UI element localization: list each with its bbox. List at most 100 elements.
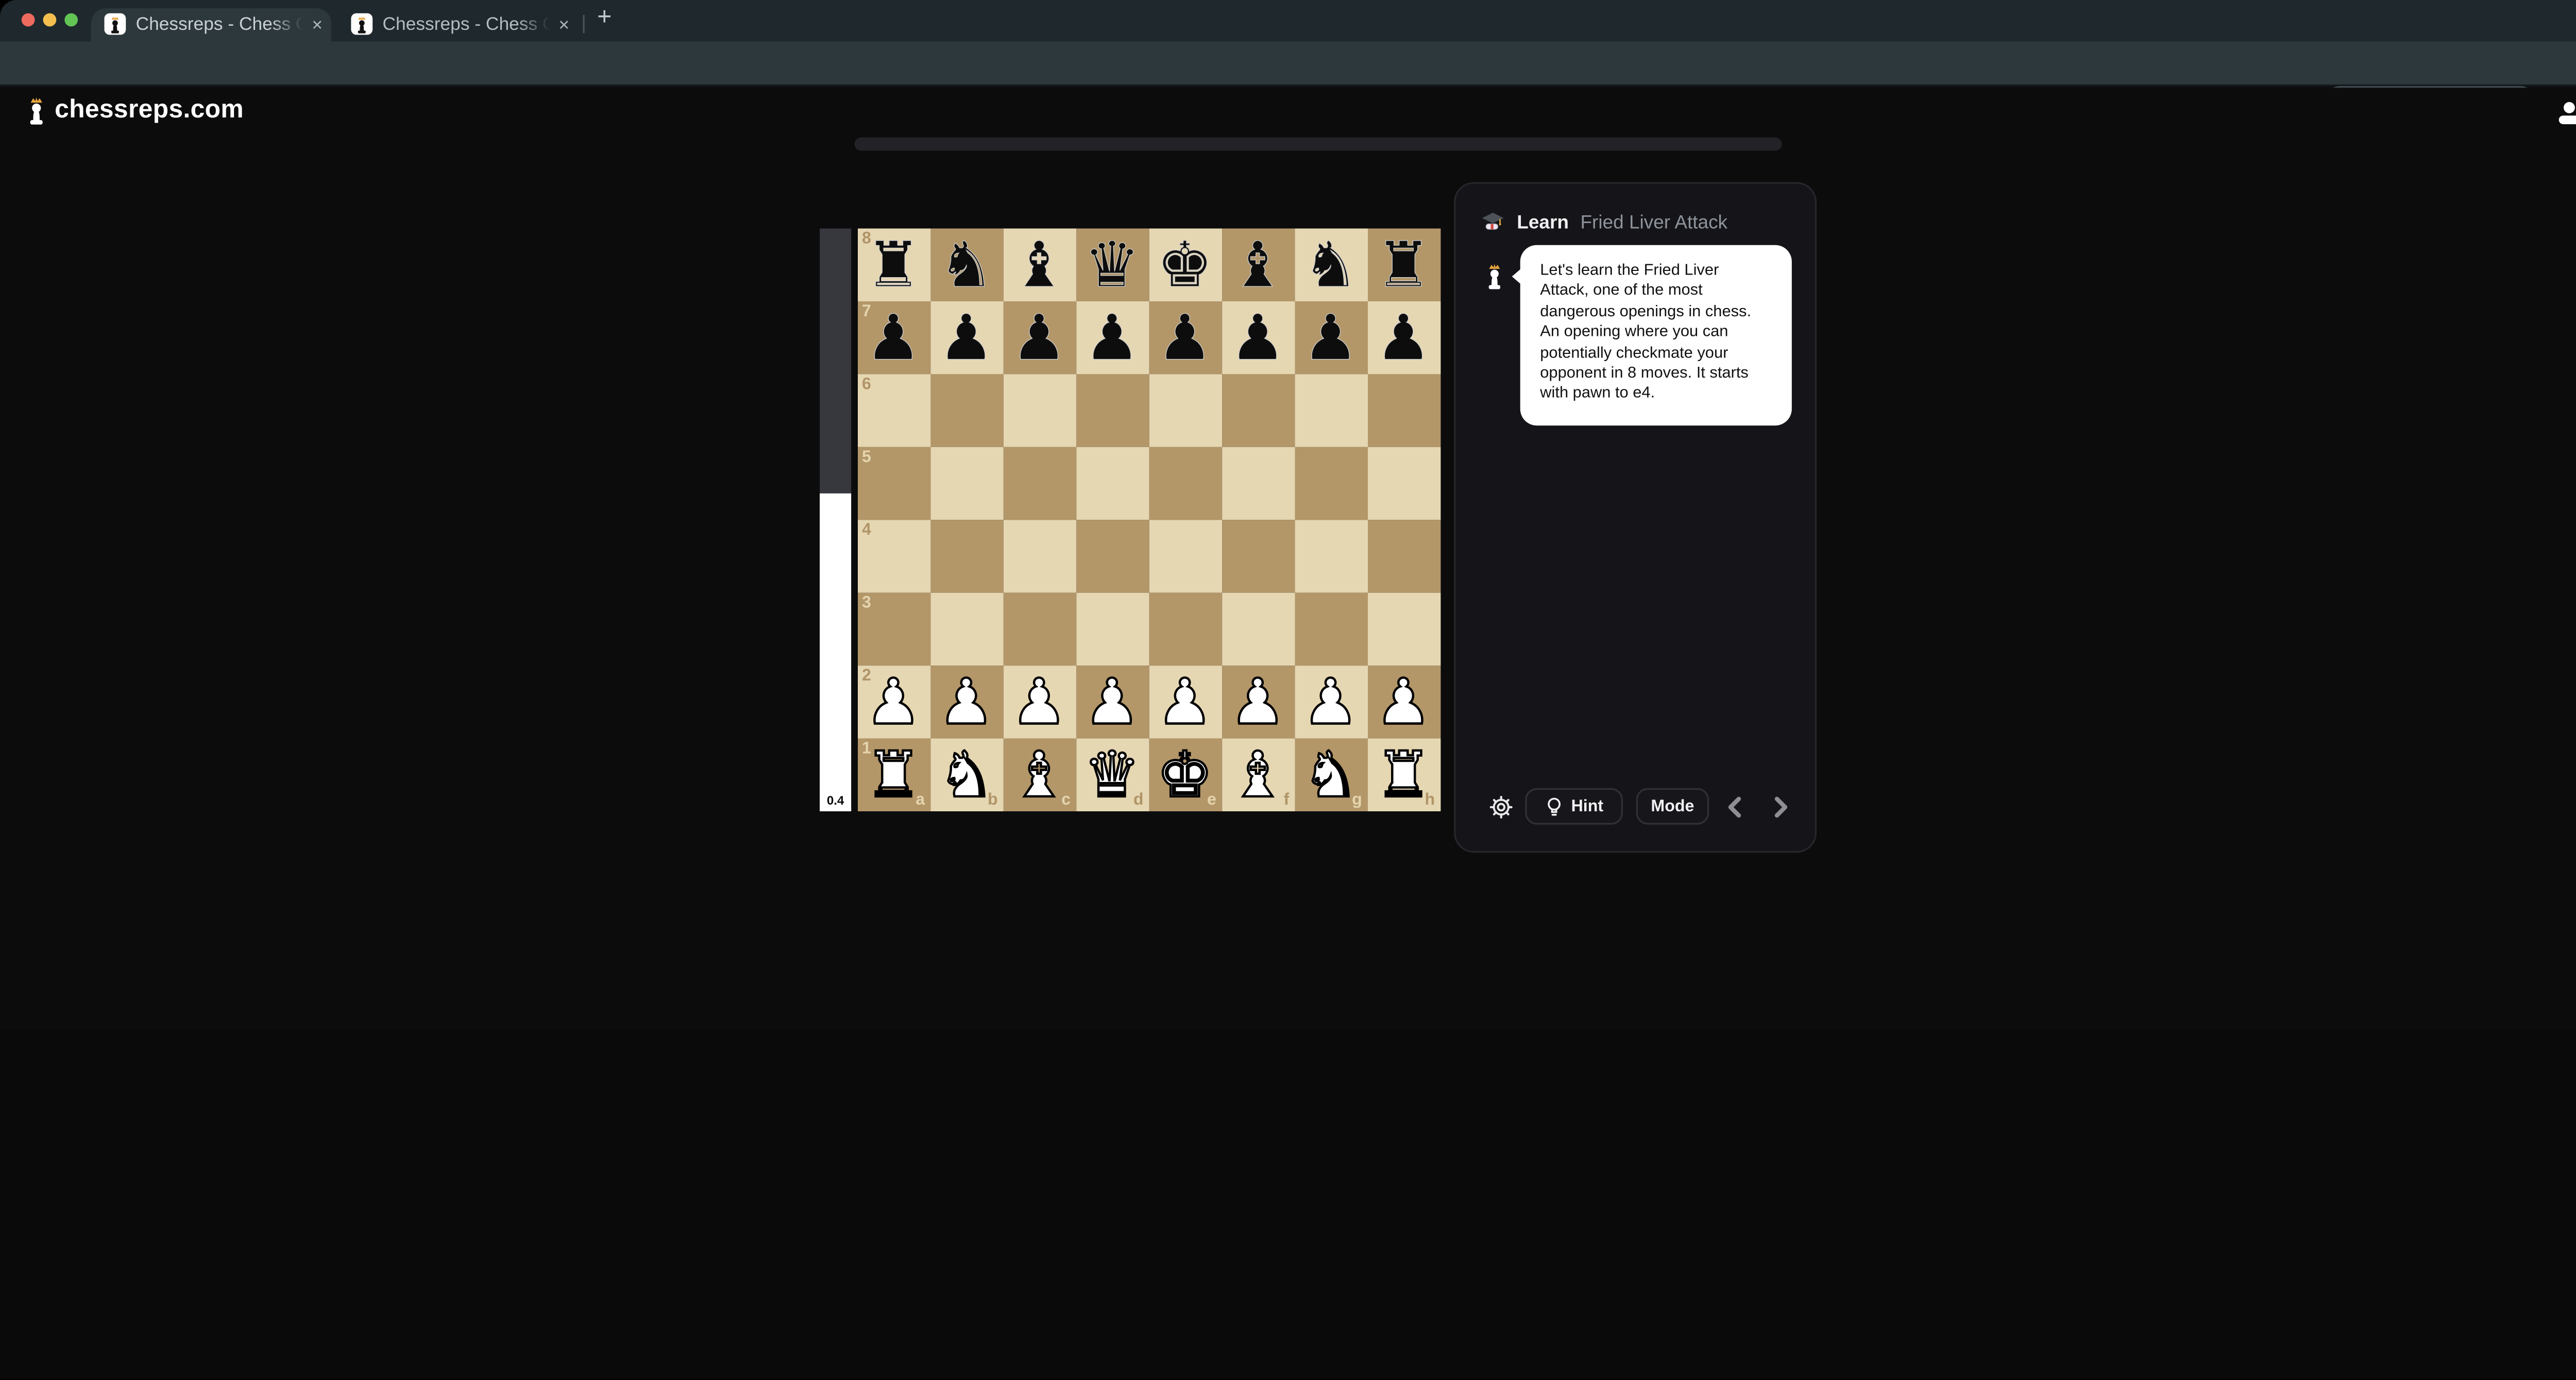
traffic-light-minimize[interactable] [43, 12, 57, 26]
chess-board[interactable]: 8♜♞♝♛♚♝♞♜7♟♟♟♟♟♟♟♟65432♟♟♟♟♟♟♟♟1a♜b♞c♝d♛… [857, 229, 1439, 811]
square-h5[interactable] [1367, 447, 1439, 520]
square-b1[interactable]: b♞ [930, 739, 1003, 811]
square-c4[interactable] [1003, 520, 1075, 592]
square-f8[interactable]: ♝ [1222, 229, 1294, 301]
square-b5[interactable] [930, 447, 1003, 520]
black-pawn[interactable]: ♟ [1302, 301, 1359, 374]
black-queen[interactable]: ♛ [1084, 229, 1141, 301]
square-h4[interactable] [1367, 520, 1439, 592]
white-pawn[interactable]: ♟ [1302, 666, 1359, 738]
square-e7[interactable]: ♟ [1148, 301, 1221, 374]
next-move-icon[interactable] [1769, 795, 1792, 820]
square-g7[interactable]: ♟ [1294, 301, 1367, 374]
white-pawn[interactable]: ♟ [1084, 666, 1141, 738]
square-a4[interactable]: 4 [857, 520, 929, 592]
settings-gear-icon[interactable] [1489, 795, 1514, 820]
square-f6[interactable] [1222, 374, 1294, 447]
black-pawn[interactable]: ♟ [1011, 301, 1067, 374]
square-c7[interactable]: ♟ [1003, 301, 1075, 374]
black-knight[interactable]: ♞ [938, 229, 995, 301]
square-d5[interactable] [1076, 447, 1148, 520]
white-knight[interactable]: ♞ [1302, 739, 1359, 811]
black-pawn[interactable]: ♟ [1229, 301, 1286, 374]
tab-chessreps-2[interactable]: Chessreps - Chess Opening Tr ✕ [338, 7, 577, 41]
square-f3[interactable] [1222, 593, 1294, 666]
square-d1[interactable]: d♛ [1076, 739, 1148, 811]
square-g2[interactable]: ♟ [1294, 666, 1367, 738]
square-e8[interactable]: ♚ [1148, 229, 1221, 301]
square-g4[interactable] [1294, 520, 1367, 592]
black-rook[interactable]: ♜ [865, 229, 922, 301]
square-d6[interactable] [1076, 374, 1148, 447]
tab-close-icon[interactable]: ✕ [558, 18, 570, 31]
white-rook[interactable]: ♜ [1375, 739, 1432, 811]
square-f7[interactable]: ♟ [1222, 301, 1294, 374]
square-b4[interactable] [930, 520, 1003, 592]
square-e4[interactable] [1148, 520, 1221, 592]
black-pawn[interactable]: ♟ [1375, 301, 1432, 374]
black-rook[interactable]: ♜ [1375, 229, 1432, 301]
white-bishop[interactable]: ♝ [1011, 739, 1067, 811]
mode-button[interactable]: Mode [1636, 788, 1709, 825]
square-h1[interactable]: h♜ [1367, 739, 1439, 811]
black-king[interactable]: ♚ [1157, 229, 1213, 301]
square-a5[interactable]: 5 [857, 447, 929, 520]
square-b3[interactable] [930, 593, 1003, 666]
black-bishop[interactable]: ♝ [1011, 229, 1067, 301]
square-a1[interactable]: 1a♜ [857, 739, 929, 811]
square-d3[interactable] [1076, 593, 1148, 666]
square-c1[interactable]: c♝ [1003, 739, 1075, 811]
square-b6[interactable] [930, 374, 1003, 447]
white-bishop[interactable]: ♝ [1229, 739, 1286, 811]
square-c8[interactable]: ♝ [1003, 229, 1075, 301]
white-pawn[interactable]: ♟ [1157, 666, 1213, 738]
black-knight[interactable]: ♞ [1302, 229, 1359, 301]
square-c5[interactable] [1003, 447, 1075, 520]
square-a8[interactable]: 8♜ [857, 229, 929, 301]
square-h6[interactable] [1367, 374, 1439, 447]
square-a3[interactable]: 3 [857, 593, 929, 666]
new-tab-button[interactable]: + [591, 3, 617, 31]
square-h7[interactable]: ♟ [1367, 301, 1439, 374]
square-e1[interactable]: e♚ [1148, 739, 1221, 811]
square-f5[interactable] [1222, 447, 1294, 520]
square-b7[interactable]: ♟ [930, 301, 1003, 374]
white-pawn[interactable]: ♟ [1375, 666, 1432, 738]
hint-button[interactable]: Hint [1525, 788, 1623, 825]
square-f2[interactable]: ♟ [1222, 666, 1294, 738]
square-e6[interactable] [1148, 374, 1221, 447]
black-pawn[interactable]: ♟ [865, 301, 922, 374]
black-pawn[interactable]: ♟ [938, 301, 995, 374]
square-b2[interactable]: ♟ [930, 666, 1003, 738]
square-f1[interactable]: f♝ [1222, 739, 1294, 811]
square-c3[interactable] [1003, 593, 1075, 666]
square-h2[interactable]: ♟ [1367, 666, 1439, 738]
square-g6[interactable] [1294, 374, 1367, 447]
site-logo[interactable]: chessreps.com [25, 94, 244, 127]
previous-move-icon[interactable] [1724, 795, 1747, 820]
tab-close-icon[interactable]: ✕ [311, 18, 323, 31]
square-b8[interactable]: ♞ [930, 229, 1003, 301]
square-d2[interactable]: ♟ [1076, 666, 1148, 738]
white-rook[interactable]: ♜ [865, 739, 922, 811]
white-pawn[interactable]: ♟ [865, 666, 922, 738]
square-a2[interactable]: 2♟ [857, 666, 929, 738]
white-pawn[interactable]: ♟ [1011, 666, 1067, 738]
square-g1[interactable]: g♞ [1294, 739, 1367, 811]
black-bishop[interactable]: ♝ [1229, 229, 1286, 301]
tab-chessreps-1[interactable]: Chessreps - Chess Opening Tr ✕ [91, 7, 331, 41]
black-pawn[interactable]: ♟ [1157, 301, 1213, 374]
white-king[interactable]: ♚ [1157, 739, 1213, 811]
square-h8[interactable]: ♜ [1367, 229, 1439, 301]
square-h3[interactable] [1367, 593, 1439, 666]
square-g5[interactable] [1294, 447, 1367, 520]
white-knight[interactable]: ♞ [938, 739, 995, 811]
square-g8[interactable]: ♞ [1294, 229, 1367, 301]
square-e5[interactable] [1148, 447, 1221, 520]
square-d8[interactable]: ♛ [1076, 229, 1148, 301]
square-d4[interactable] [1076, 520, 1148, 592]
square-a7[interactable]: 7♟ [857, 301, 929, 374]
black-pawn[interactable]: ♟ [1084, 301, 1141, 374]
square-c6[interactable] [1003, 374, 1075, 447]
traffic-light-zoom[interactable] [64, 12, 78, 26]
